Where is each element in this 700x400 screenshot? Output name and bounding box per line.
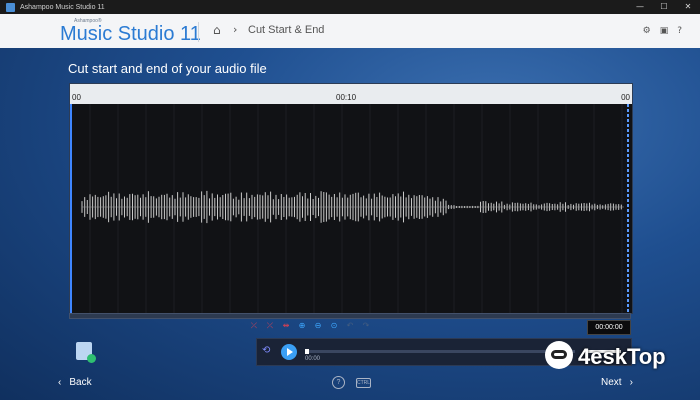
header-icons: ⚙ ▣ ? — [643, 26, 682, 36]
edit-toolbar: ⤫ ⤫ ⇹ ⊕ ⊖ ⊙ ↶ ↷ — [248, 321, 372, 331]
help-button[interactable]: ? — [332, 376, 345, 389]
zoom-out-button[interactable]: ⊖ — [312, 321, 324, 331]
gear-icon[interactable]: ⚙ — [643, 26, 651, 36]
undo-button[interactable]: ↶ — [344, 321, 356, 331]
start-marker-handle[interactable] — [70, 104, 72, 313]
help-icon[interactable]: ? — [677, 26, 682, 36]
next-button[interactable]: Next › — [601, 377, 633, 388]
cut-end-button[interactable]: ⤫ — [264, 321, 276, 331]
waveform-area[interactable] — [70, 104, 632, 313]
app-header: Ashampoo® Music Studio 11 ⌂ › Cut Start … — [0, 14, 700, 48]
window-controls: — ☐ ✕ — [628, 0, 700, 14]
waveform — [81, 104, 624, 313]
breadcrumb: Cut Start & End — [248, 24, 325, 36]
split-button[interactable]: ⇹ — [280, 321, 292, 331]
back-button[interactable]: ‹ Back — [58, 377, 92, 388]
timeline-scrollbar[interactable] — [69, 313, 631, 319]
redo-button[interactable]: ↷ — [360, 321, 372, 331]
cut-start-button[interactable]: ⤫ — [248, 321, 260, 331]
time-display: 00:00:00 — [587, 320, 631, 335]
chevron-right-icon: › — [233, 23, 238, 36]
page-title: Cut start and end of your audio file — [68, 61, 267, 76]
zoom-fit-button[interactable]: ⊙ — [328, 321, 340, 331]
ruler-start-label: 00 — [72, 93, 81, 102]
maximize-button[interactable]: ☐ — [652, 0, 676, 14]
end-marker-handle[interactable] — [627, 104, 629, 313]
keyboard-shortcut-icon[interactable]: CTRL — [356, 378, 371, 388]
playback-progress[interactable] — [305, 350, 575, 353]
chevron-left-icon: ‹ — [58, 377, 62, 388]
close-button[interactable]: ✕ — [676, 0, 700, 14]
add-file-icon[interactable] — [76, 342, 96, 363]
title-bar: Ashampoo Music Studio 11 — ☐ ✕ — [0, 0, 700, 14]
back-label: Back — [69, 377, 92, 388]
window-title: Ashampoo Music Studio 11 — [20, 3, 105, 11]
waveform-editor[interactable]: 00 00:10 00 — [69, 83, 633, 314]
next-label: Next — [601, 377, 622, 388]
image-icon[interactable]: ▣ — [660, 26, 669, 36]
header-divider — [198, 22, 199, 42]
ruler-end-label: 00 — [621, 93, 630, 102]
watermark-logo: 4eskTop — [545, 341, 685, 373]
playback-time: 00:00 — [305, 356, 321, 362]
minimize-button[interactable]: — — [628, 0, 652, 14]
watermark-icon — [545, 341, 573, 369]
zoom-in-button[interactable]: ⊕ — [296, 321, 308, 331]
play-button[interactable] — [281, 344, 297, 360]
watermark-text: 4eskTop — [578, 344, 666, 369]
ruler-mid-label: 00:10 — [336, 93, 357, 102]
brand-logo: Music Studio 11 — [60, 23, 201, 45]
chevron-right-icon: › — [629, 377, 633, 388]
playback-head[interactable] — [305, 349, 309, 354]
timeline-ruler[interactable]: 00 00:10 00 — [70, 84, 632, 104]
app-icon — [6, 2, 15, 12]
home-icon[interactable]: ⌂ — [213, 23, 227, 37]
loop-icon[interactable]: ⟲ — [262, 345, 276, 357]
